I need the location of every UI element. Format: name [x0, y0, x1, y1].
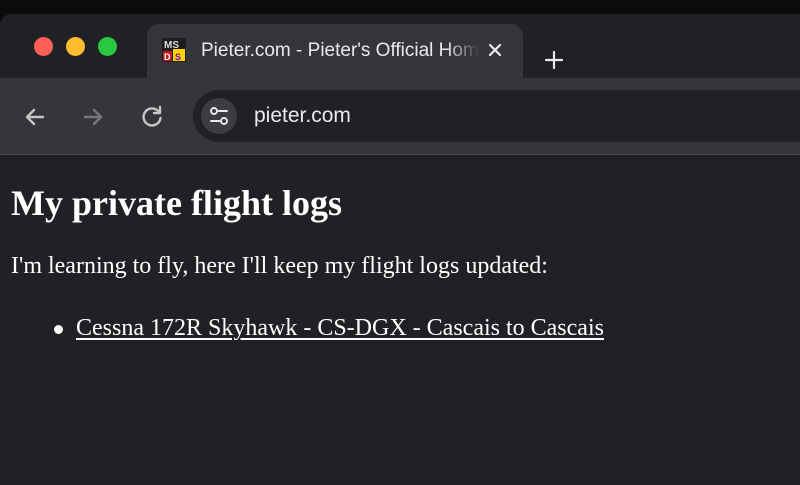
bullet-icon — [54, 325, 63, 334]
window-maximize-button[interactable] — [98, 37, 117, 56]
intro-text: I'm learning to fly, here I'll keep my f… — [11, 253, 548, 279]
tune-icon — [210, 107, 228, 125]
address-bar[interactable]: pieter.com — [193, 90, 800, 142]
arrow-right-icon[interactable] — [80, 104, 106, 130]
ms-dos-icon: MS D S — [162, 38, 186, 62]
reload-icon[interactable] — [139, 104, 165, 130]
tab-strip: MS D S Pieter.com - Pieter's Official Ho… — [0, 14, 800, 78]
window-close-button[interactable] — [34, 37, 53, 56]
tab-title: Pieter.com - Pieter's Official Homepage — [201, 40, 479, 61]
window-minimize-button[interactable] — [66, 37, 85, 56]
url-text[interactable]: pieter.com — [254, 103, 351, 129]
page-content: My private flight logs I'm learning to f… — [0, 155, 800, 485]
flight-log-link[interactable]: Cessna 172R Skyhawk - CS-DGX - Cascais t… — [76, 315, 604, 341]
browser-window: MS D S Pieter.com - Pieter's Official Ho… — [0, 14, 800, 485]
page-title: My private flight logs — [11, 183, 342, 223]
list-item: Cessna 172R Skyhawk - CS-DGX - Cascais t… — [0, 313, 604, 343]
tab-active[interactable]: MS D S Pieter.com - Pieter's Official Ho… — [147, 24, 523, 78]
toolbar: pieter.com — [0, 78, 800, 154]
plus-icon[interactable] — [543, 49, 565, 71]
arrow-left-icon[interactable] — [22, 104, 48, 130]
svg-text:D: D — [164, 52, 171, 62]
svg-text:S: S — [175, 52, 181, 62]
flight-log-list: Cessna 172R Skyhawk - CS-DGX - Cascais t… — [0, 313, 604, 343]
close-icon[interactable] — [485, 40, 505, 60]
site-info-button[interactable] — [201, 98, 237, 134]
